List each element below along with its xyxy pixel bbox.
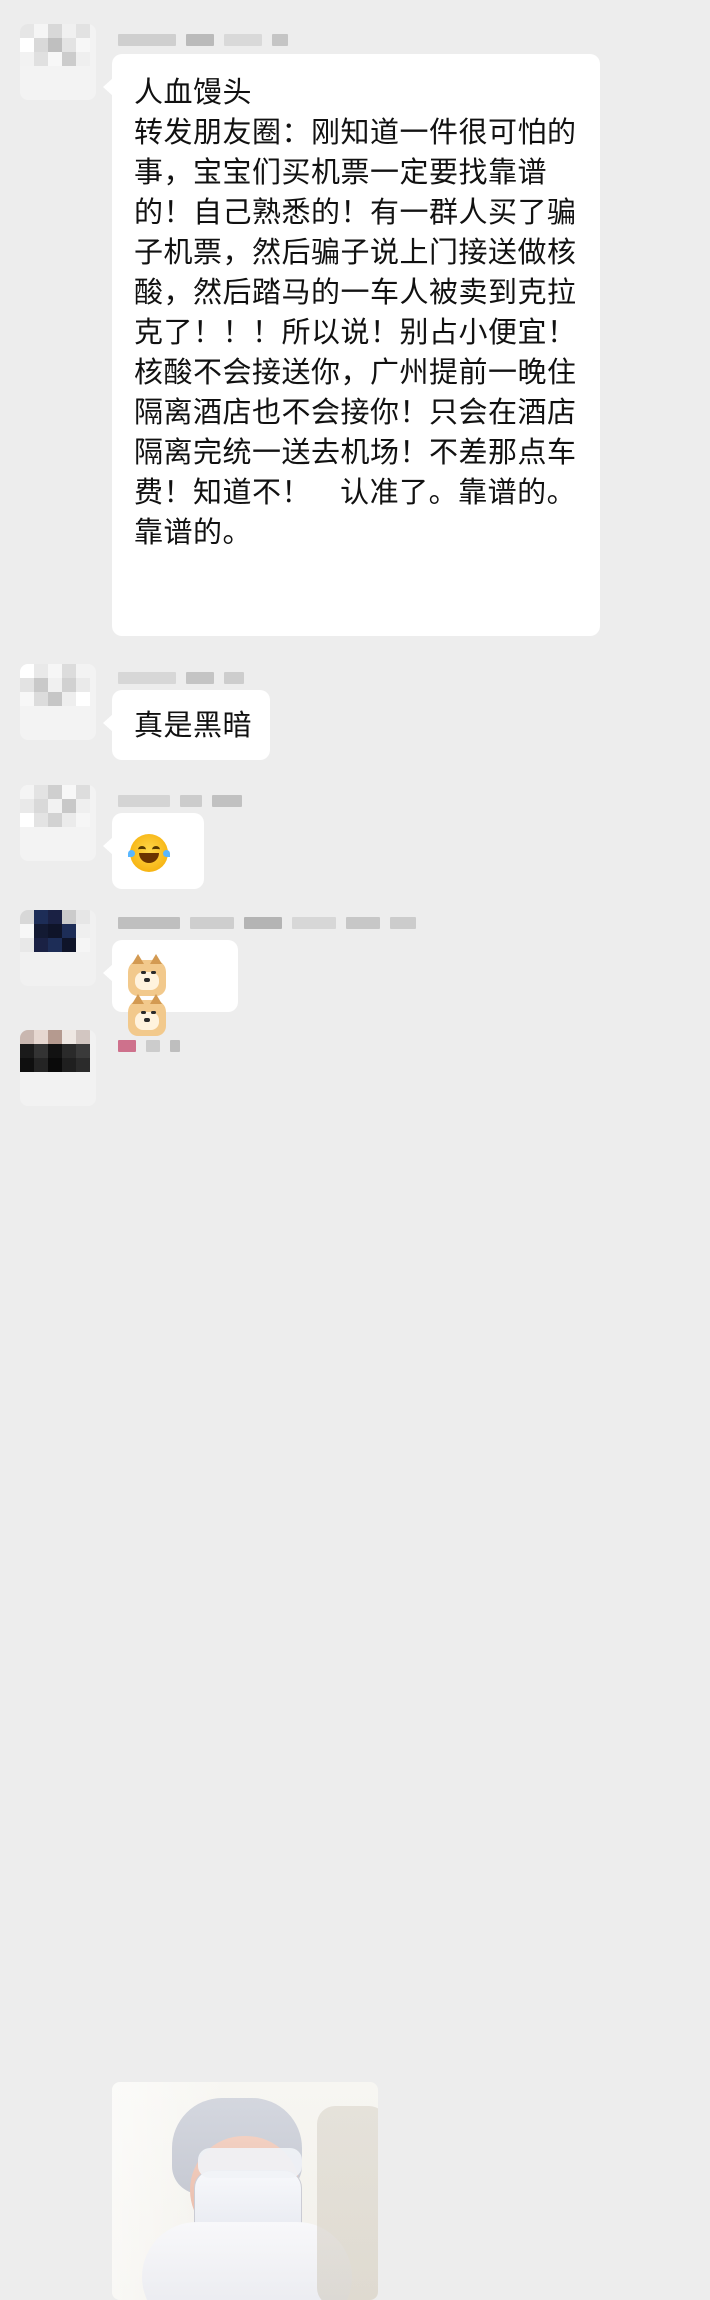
blurred-username[interactable]	[118, 1038, 438, 1054]
blurred-username[interactable]	[118, 915, 438, 931]
doge-emoji	[128, 954, 166, 996]
chat-thread[interactable]: 人血馒头 转发朋友圈：刚知道一件很可怕的 事，宝宝们买机票一定要找靠谱 的！自己…	[0, 0, 710, 2300]
tears-of-joy-emoji	[128, 834, 170, 872]
blurred-username[interactable]	[118, 32, 438, 48]
message-text-line: 隔离酒店也不会接你！只会在酒店	[134, 395, 577, 429]
photo-goggles	[198, 2148, 302, 2178]
message-text-line: 转发朋友圈：刚知道一件很可怕的	[134, 115, 577, 149]
message-text-line: 克了！！！所以说！别占小便宜！	[134, 315, 577, 349]
message-text-line: 靠谱的。	[134, 515, 253, 549]
message-text-line: 核酸不会接送你，广州提前一晚住	[134, 355, 577, 389]
message-bubble[interactable]	[103, 940, 238, 1036]
message-text-line: 人血馒头	[134, 75, 253, 109]
blurred-avatar[interactable]	[20, 910, 96, 986]
blurred-avatar[interactable]	[20, 1030, 96, 1106]
message-text-line: 事，宝宝们买机票一定要找靠谱	[134, 155, 548, 189]
message-row	[0, 1020, 710, 2300]
blurred-avatar[interactable]	[20, 664, 96, 740]
message-text-line: 酸，然后踏马的一车人被卖到克拉	[134, 275, 577, 309]
message-text-line: 真是黑暗	[134, 708, 253, 742]
blurred-avatar[interactable]	[20, 785, 96, 861]
message-text-line: 隔离完统一送去机场！不差那点车	[134, 435, 577, 469]
message-bubble[interactable]	[103, 813, 204, 889]
message-row: 人血馒头 转发朋友圈：刚知道一件很可怕的 事，宝宝们买机票一定要找靠谱 的！自己…	[0, 0, 710, 640]
message-text-line: 子机票，然后骗子说上门接送做核	[134, 235, 577, 269]
message-row	[0, 785, 710, 890]
message-text-line: 的！自己熟悉的！有一群人买了骗	[134, 195, 577, 229]
photo-message[interactable]	[112, 2082, 378, 2300]
photo-seat	[317, 2106, 378, 2300]
blurred-username[interactable]	[118, 793, 438, 809]
message-text-line: 费！知道不！ 认准了。靠谱的。	[134, 475, 577, 509]
blurred-username[interactable]	[118, 670, 438, 686]
message-bubble[interactable]: 真是黑暗	[103, 690, 270, 760]
blurred-avatar[interactable]	[20, 24, 96, 100]
message-row	[0, 905, 710, 1036]
message-row: 真是黑暗	[0, 660, 710, 770]
message-bubble[interactable]: 人血馒头 转发朋友圈：刚知道一件很可怕的 事，宝宝们买机票一定要找靠谱 的！自己…	[103, 54, 600, 636]
